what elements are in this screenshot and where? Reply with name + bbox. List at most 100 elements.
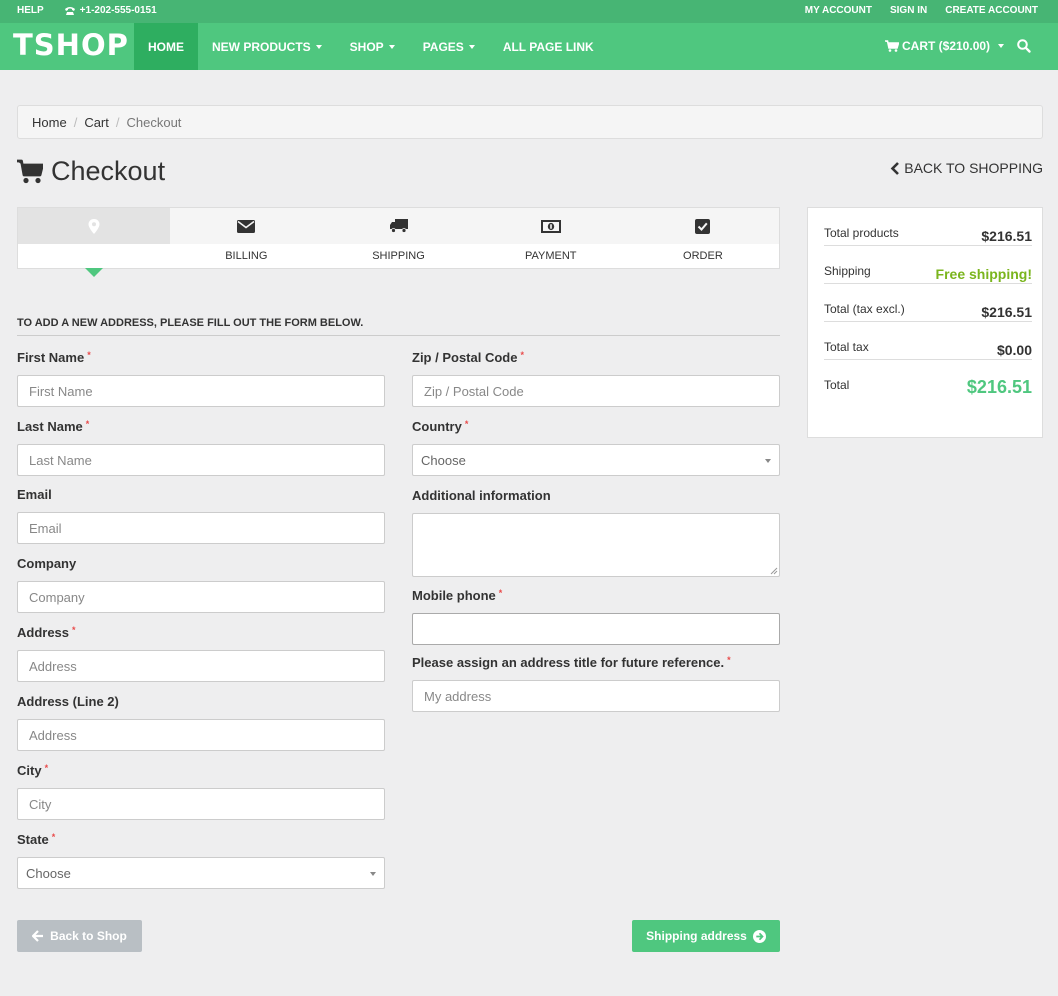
total-products-value: $216.51 [981, 228, 1032, 244]
city-field[interactable]: City [17, 788, 385, 820]
caret-down-icon [468, 44, 475, 49]
step-address-label [18, 244, 170, 268]
total-label: Total [824, 378, 850, 392]
breadcrumb-separator: / [115, 114, 120, 130]
email-field[interactable]: Email [17, 512, 385, 544]
caret-down-icon [998, 44, 1005, 48]
country-group: Country * Choose [412, 419, 780, 476]
caret-down-icon [315, 44, 322, 49]
required-mark: * [727, 655, 731, 665]
total-products-label: Total products [824, 226, 899, 240]
email-placeholder: Email [29, 520, 62, 536]
phone-number: +1-202-555-0151 [79, 5, 157, 16]
required-mark: * [51, 832, 56, 842]
address-line2-label: Address (Line 2) [17, 694, 119, 709]
caret-down-icon [765, 459, 771, 463]
state-value: Choose [26, 865, 71, 881]
breadcrumb-separator: / [73, 114, 78, 130]
city-group: City * City [17, 763, 385, 820]
additional-info-label: Additional information [412, 488, 551, 503]
summary-row: Shipping Free shipping! [824, 246, 1032, 284]
first-name-field[interactable]: First Name [17, 375, 385, 407]
shipping-label: Shipping [824, 264, 871, 278]
address-placeholder: Address [29, 658, 77, 674]
last-name-group: Last Name * Last Name [17, 419, 385, 476]
my-account-link[interactable]: MY ACCOUNT [805, 5, 872, 16]
resize-handle-icon[interactable] [770, 567, 778, 575]
address-field[interactable]: Address [17, 650, 385, 682]
summary-row: Total (tax excl.) $216.51 [824, 284, 1032, 322]
step-shipping-label: SHIPPING [372, 250, 425, 262]
breadcrumb-cart[interactable]: Cart [84, 115, 109, 130]
total-tax-excl-value: $216.51 [981, 304, 1032, 320]
envelope-icon [237, 219, 256, 233]
step-billing[interactable] [170, 208, 322, 244]
required-mark: * [85, 419, 90, 429]
cart-dropdown[interactable]: CART ($210.00) [885, 39, 1005, 53]
step-address[interactable] [18, 208, 171, 244]
state-label: State [17, 832, 49, 847]
order-summary: Total products $216.51 Shipping Free shi… [807, 207, 1043, 438]
address-line2-group: Address (Line 2) Address [17, 694, 385, 751]
state-select[interactable]: Choose [17, 857, 385, 889]
total-tax-excl-label: Total (tax excl.) [824, 302, 905, 316]
site-logo[interactable]: TSHOP [13, 28, 129, 62]
required-mark: * [520, 350, 524, 360]
additional-info-textarea[interactable] [412, 513, 780, 577]
sign-in-link[interactable]: SIGN IN [890, 5, 927, 16]
step-payment[interactable] [475, 208, 627, 244]
zip-label: Zip / Postal Code [412, 350, 518, 365]
last-name-field[interactable]: Last Name [17, 444, 385, 476]
back-to-shopping-link[interactable]: BACK TO SHOPPING [890, 160, 1043, 176]
back-to-shop-button[interactable]: Back to Shop [17, 920, 142, 952]
total-tax-label: Total tax [824, 340, 869, 354]
company-group: Company Company [17, 556, 385, 613]
city-placeholder: City [29, 796, 52, 812]
required-mark: * [464, 419, 469, 429]
mobile-phone-label: Mobile phone [412, 588, 496, 603]
mobile-phone-field[interactable] [412, 613, 780, 645]
step-shipping[interactable] [322, 208, 474, 244]
main-menu: HOME NEW PRODUCTS SHOP PAGES ALL PAGE LI… [134, 23, 608, 70]
required-mark: * [87, 350, 91, 360]
step-order[interactable] [627, 208, 779, 244]
country-label: Country [412, 419, 462, 434]
address-title-label: Please assign an address title for futur… [412, 655, 725, 670]
chevron-left-icon [890, 161, 900, 175]
page-title-text: Checkout [51, 156, 166, 186]
first-name-placeholder: First Name [29, 383, 93, 399]
search-icon[interactable] [1016, 38, 1032, 54]
map-marker-icon [88, 218, 100, 234]
address-title-field[interactable]: My address [412, 680, 780, 712]
breadcrumb-home[interactable]: Home [32, 115, 67, 130]
required-mark: * [498, 588, 503, 598]
form-heading: TO ADD A NEW ADDRESS, PLEASE FILL OUT TH… [17, 317, 780, 336]
country-select[interactable]: Choose [412, 444, 780, 476]
back-to-shop-label: Back to Shop [50, 929, 127, 943]
phone-link[interactable]: +1-202-555-0151 [64, 5, 157, 16]
address-line2-field[interactable]: Address [17, 719, 385, 751]
zip-field[interactable]: Zip / Postal Code [412, 375, 780, 407]
total-tax-value: $0.00 [996, 342, 1032, 358]
first-name-group: First Name * First Name [17, 350, 385, 407]
email-label: Email [17, 487, 52, 502]
city-label: City [17, 763, 42, 778]
address-title-group: Please assign an address title for futur… [412, 655, 780, 712]
shopping-cart-icon [885, 40, 899, 52]
nav-item-pages[interactable]: PAGES [409, 23, 489, 70]
nav-item-new-products[interactable]: NEW PRODUCTS [198, 23, 336, 70]
summary-row: Total tax $0.00 [824, 322, 1032, 360]
company-field[interactable]: Company [17, 581, 385, 613]
nav-item-shop[interactable]: SHOP [336, 23, 409, 70]
state-group: State * Choose [17, 832, 385, 889]
shopping-cart-icon [17, 159, 43, 183]
create-account-link[interactable]: CREATE ACCOUNT [945, 5, 1038, 16]
nav-item-home[interactable]: HOME [134, 23, 198, 70]
step-billing-label: BILLING [225, 250, 268, 262]
nav-item-all-page-link[interactable]: ALL PAGE LINK [489, 23, 608, 70]
help-link[interactable]: HELP [17, 5, 44, 16]
shipping-address-button[interactable]: Shipping address [632, 920, 780, 952]
page-title: Checkout [17, 156, 165, 187]
required-mark: * [44, 763, 49, 773]
address-group: Address * Address [17, 625, 385, 682]
